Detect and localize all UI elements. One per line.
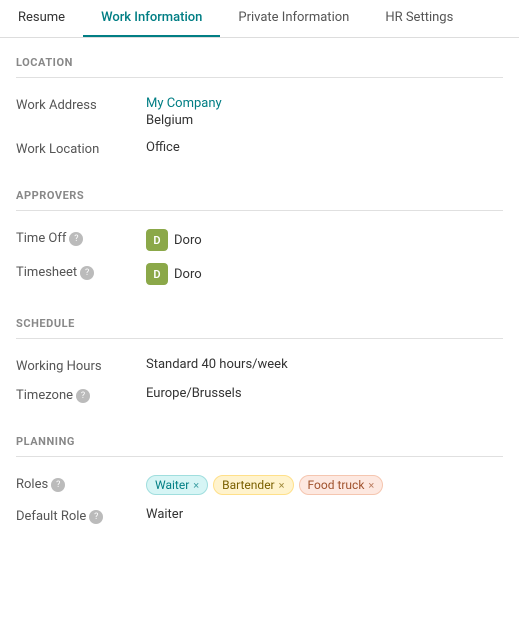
tab-bar: Resume Work Information Private Informat… [0, 0, 519, 38]
tab-resume[interactable]: Resume [0, 0, 83, 37]
approvers-section-header: Approvers [16, 171, 503, 211]
schedule-section: Schedule Working Hours Standard 40 hours… [16, 299, 503, 409]
working-hours-value: Standard 40 hours/week [146, 357, 503, 372]
tab-hr-settings[interactable]: HR Settings [367, 0, 471, 37]
work-location-label: Work Location [16, 140, 146, 157]
tab-private-information[interactable]: Private Information [220, 0, 367, 37]
work-address-value: My Company Belgium [146, 96, 503, 128]
tag-bartender[interactable]: Bartender × [213, 475, 293, 495]
work-location-row: Work Location Office [16, 134, 503, 163]
timesheet-value: D Doro [146, 263, 503, 285]
default-role-label: Default Role? [16, 507, 146, 524]
main-content: Location Work Address My Company Belgium… [0, 38, 519, 554]
time-off-avatar-badge: D Doro [146, 229, 202, 251]
tag-bartender-label: Bartender [222, 478, 274, 492]
time-off-value: D Doro [146, 229, 503, 251]
roles-help-icon[interactable]: ? [51, 478, 65, 492]
work-location-value: Office [146, 140, 503, 155]
default-role-row: Default Role? Waiter [16, 501, 503, 530]
tag-food-truck[interactable]: Food truck × [299, 475, 384, 495]
working-hours-label: Working Hours [16, 357, 146, 374]
roles-row: Roles? Waiter × Bartender × Food truck × [16, 469, 503, 501]
tab-work-information[interactable]: Work Information [83, 0, 220, 37]
roles-value: Waiter × Bartender × Food truck × [146, 475, 503, 495]
roles-tags: Waiter × Bartender × Food truck × [146, 475, 503, 495]
time-off-row: Time Off? D Doro [16, 223, 503, 257]
work-address-label: Work Address [16, 96, 146, 113]
tag-food-truck-close[interactable]: × [368, 479, 374, 492]
tag-bartender-close[interactable]: × [279, 479, 285, 492]
timesheet-name: Doro [174, 267, 202, 282]
tag-waiter-close[interactable]: × [193, 479, 199, 492]
roles-label: Roles? [16, 475, 146, 492]
timesheet-avatar: D [146, 263, 168, 285]
time-off-name: Doro [174, 233, 202, 248]
planning-section-header: Planning [16, 417, 503, 457]
work-address-row: Work Address My Company Belgium [16, 90, 503, 134]
approvers-section: Approvers Time Off? D Doro Timesheet? D … [16, 171, 503, 291]
tag-food-truck-label: Food truck [308, 478, 365, 492]
timezone-value: Europe/Brussels [146, 386, 503, 401]
time-off-avatar: D [146, 229, 168, 251]
time-off-label: Time Off? [16, 229, 146, 246]
working-hours-row: Working Hours Standard 40 hours/week [16, 351, 503, 380]
work-address-country: Belgium [146, 113, 503, 128]
work-address-company[interactable]: My Company [146, 96, 503, 111]
schedule-section-header: Schedule [16, 299, 503, 339]
planning-section: Planning Roles? Waiter × Bartender × Foo… [16, 417, 503, 530]
timesheet-avatar-badge: D Doro [146, 263, 202, 285]
location-section-header: Location [16, 38, 503, 78]
timesheet-label: Timesheet? [16, 263, 146, 280]
tag-waiter-label: Waiter [155, 478, 189, 492]
tag-waiter[interactable]: Waiter × [146, 475, 208, 495]
timesheet-help-icon[interactable]: ? [80, 266, 94, 280]
timezone-row: Timezone? Europe/Brussels [16, 380, 503, 409]
default-role-help-icon[interactable]: ? [89, 510, 103, 524]
timesheet-row: Timesheet? D Doro [16, 257, 503, 291]
default-role-value: Waiter [146, 507, 503, 522]
timezone-label: Timezone? [16, 386, 146, 403]
time-off-help-icon[interactable]: ? [69, 232, 83, 246]
timezone-help-icon[interactable]: ? [76, 389, 90, 403]
location-section: Location Work Address My Company Belgium… [16, 38, 503, 163]
